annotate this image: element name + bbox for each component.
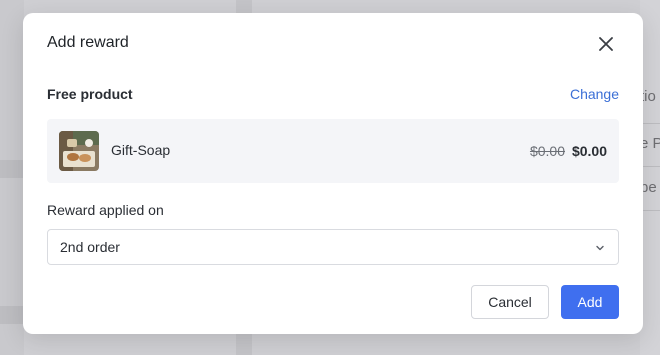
chevron-down-icon: [596, 245, 604, 251]
background-divider: [640, 123, 660, 124]
background-text: e P: [640, 135, 660, 152]
background-right-panel: tio e P pe: [640, 0, 660, 355]
product-row: Gift-Soap $0.00 $0.00: [47, 119, 619, 183]
close-button[interactable]: [595, 33, 617, 55]
product-image: [59, 131, 99, 171]
free-product-label: Free product: [47, 86, 133, 102]
reward-applied-label: Reward applied on: [47, 202, 164, 218]
background-stripe: [0, 160, 24, 178]
selected-option: 2nd order: [60, 239, 120, 255]
close-icon: [599, 37, 613, 51]
add-button[interactable]: Add: [561, 285, 619, 319]
dialog-title: Add reward: [47, 34, 129, 51]
change-product-link[interactable]: Change: [570, 86, 619, 102]
add-reward-dialog: Add reward Free product Change Gift-Soap…: [23, 13, 643, 334]
background-divider: [640, 210, 660, 211]
reward-price: $0.00: [571, 143, 607, 159]
reward-applied-select[interactable]: 2nd order: [47, 229, 619, 265]
background-stripe: [0, 306, 24, 324]
background-left-panel: [0, 0, 24, 355]
background-divider: [640, 166, 660, 167]
product-name: Gift-Soap: [111, 142, 171, 158]
cancel-button[interactable]: Cancel: [471, 285, 549, 319]
original-price: $0.00: [529, 143, 565, 159]
